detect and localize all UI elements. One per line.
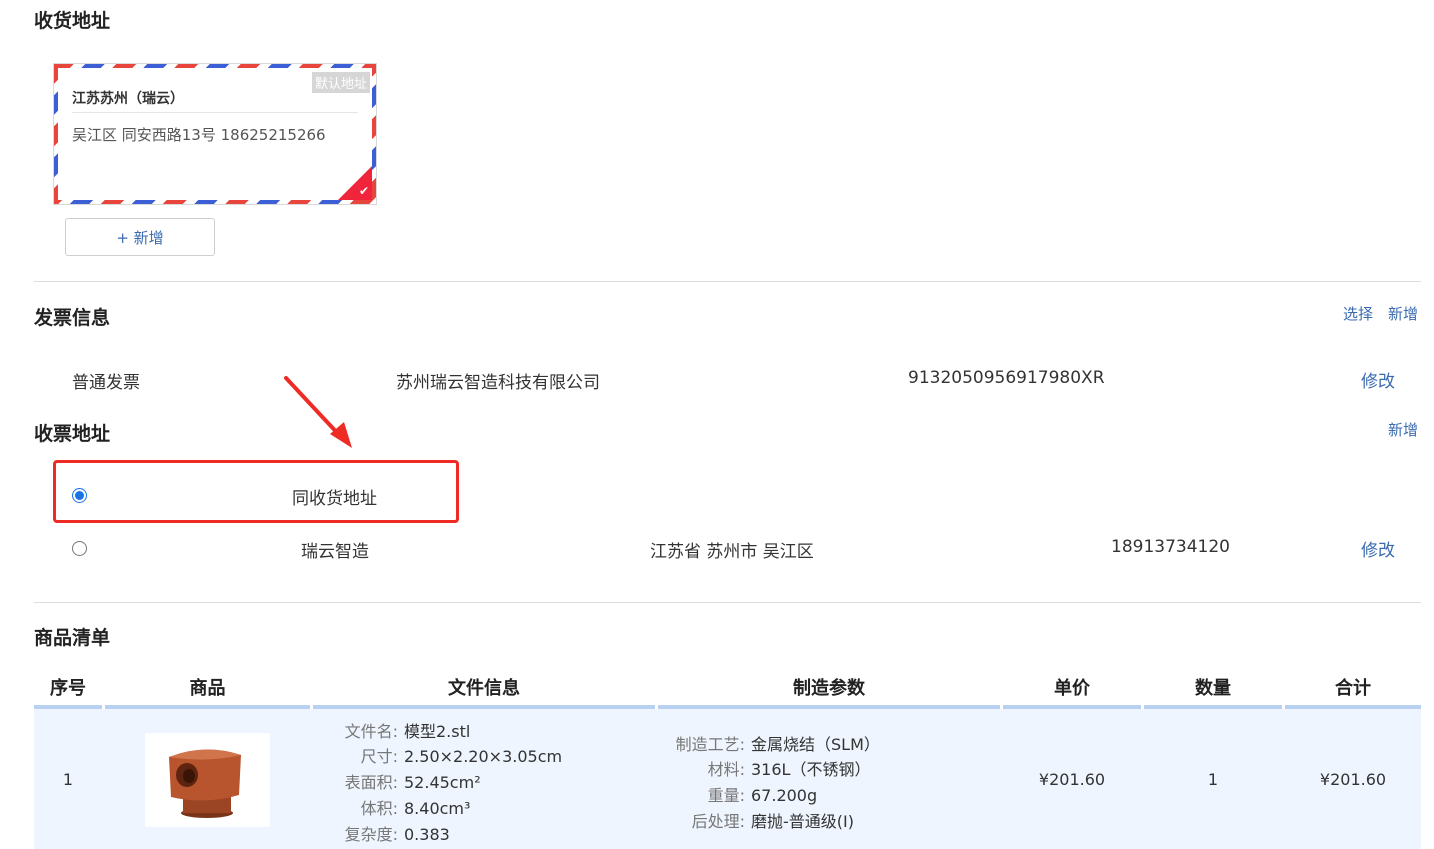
divider	[34, 602, 1421, 603]
model-preview-icon	[169, 749, 241, 818]
param-post-process: 后处理: 磨抛-普通级(I)	[665, 808, 854, 832]
file-surface-area-value: 52.45cm²	[404, 773, 481, 792]
add-invoice-address-link[interactable]: 新增	[1388, 419, 1418, 440]
header-unit-price: 单价	[1054, 678, 1090, 699]
shipping-title: 收货地址	[34, 10, 111, 32]
header-total: 合计	[1335, 678, 1371, 699]
same-as-shipping-radio[interactable]	[72, 488, 87, 503]
unit-price: ¥201.60	[1038, 770, 1106, 789]
edit-invoice-address-link[interactable]: 修改	[1361, 536, 1395, 561]
address-divider	[72, 112, 358, 113]
param-process-value: 金属烧结（SLM）	[751, 735, 880, 754]
param-material: 材料: 316L（不锈钢）	[665, 756, 871, 780]
address-card-body: 江苏苏州（瑞云） 默认地址 吴江区 同安西路13号 18625215266 ✔	[58, 68, 372, 200]
file-complexity-value: 0.383	[404, 825, 450, 844]
invoice-type: 普通发票	[72, 373, 140, 393]
file-surface-area-key: 表面积:	[344, 773, 398, 792]
file-size-key: 尺寸:	[360, 747, 398, 766]
header-file-info: 文件信息	[448, 678, 520, 699]
param-post-process-value: 磨抛-普通级(I)	[751, 812, 854, 831]
header-index: 序号	[50, 678, 86, 699]
row-index: 1	[62, 770, 74, 789]
header-params: 制造参数	[793, 678, 865, 699]
param-process: 制造工艺: 金属烧结（SLM）	[665, 731, 880, 755]
address-detail: 吴江区 同安西路13号 18625215266	[72, 126, 326, 144]
file-volume-key: 体积:	[360, 799, 398, 818]
file-name-key: 文件名:	[344, 722, 398, 741]
highlight-box	[53, 460, 459, 523]
product-thumbnail[interactable]	[145, 733, 270, 827]
edit-invoice-link[interactable]: 修改	[1361, 367, 1395, 392]
param-post-process-key: 后处理:	[691, 812, 745, 831]
param-weight-value: 67.200g	[751, 786, 818, 805]
annotation-arrow-icon	[284, 376, 352, 448]
param-weight-key: 重量:	[707, 786, 745, 805]
param-weight: 重量: 67.200g	[665, 782, 818, 806]
invoice-tax-id: 9132050956917980XR	[908, 368, 1105, 388]
file-size: 尺寸: 2.50×2.20×3.05cm	[330, 743, 562, 767]
header-qty: 数量	[1195, 678, 1231, 699]
file-name-value: 模型2.stl	[404, 722, 471, 741]
file-surface-area: 表面积: 52.45cm²	[330, 769, 481, 793]
row-total: ¥201.60	[1319, 770, 1387, 789]
invoice-address-name: 瑞云智造	[301, 542, 369, 562]
file-name: 文件名: 模型2.stl	[330, 718, 471, 742]
add-address-button[interactable]: + 新增	[65, 218, 215, 256]
invoice-address-radio[interactable]	[72, 541, 87, 556]
invoice-company: 苏州瑞云智造科技有限公司	[396, 373, 600, 393]
check-icon: ✔	[358, 184, 369, 198]
invoice-address-title: 收票地址	[34, 423, 111, 445]
file-volume-value: 8.40cm³	[404, 799, 471, 818]
param-material-value: 316L（不锈钢）	[751, 760, 871, 779]
invoice-address-region: 江苏省 苏州市 吴江区	[650, 542, 814, 562]
header-product: 商品	[189, 678, 226, 699]
param-process-key: 制造工艺:	[675, 735, 745, 754]
quantity: 1	[1207, 770, 1219, 789]
select-invoice-link[interactable]: 选择	[1343, 303, 1373, 324]
file-size-value: 2.50×2.20×3.05cm	[404, 747, 563, 766]
same-as-shipping-label: 同收货地址	[292, 489, 377, 509]
invoice-address-phone: 18913734120	[1111, 537, 1230, 557]
file-volume: 体积: 8.40cm³	[330, 795, 471, 819]
products-title: 商品清单	[34, 627, 111, 649]
param-material-key: 材料:	[707, 760, 745, 779]
file-complexity-key: 复杂度:	[344, 825, 398, 844]
file-complexity: 复杂度: 0.383	[330, 821, 450, 845]
add-invoice-link[interactable]: 新增	[1388, 303, 1418, 324]
address-card[interactable]: 江苏苏州（瑞云） 默认地址 吴江区 同安西路13号 18625215266 ✔	[53, 63, 377, 205]
address-name: 江苏苏州（瑞云）	[72, 91, 184, 107]
default-address-badge: 默认地址	[311, 72, 370, 93]
divider	[34, 281, 1421, 282]
invoice-title: 发票信息	[34, 307, 111, 329]
